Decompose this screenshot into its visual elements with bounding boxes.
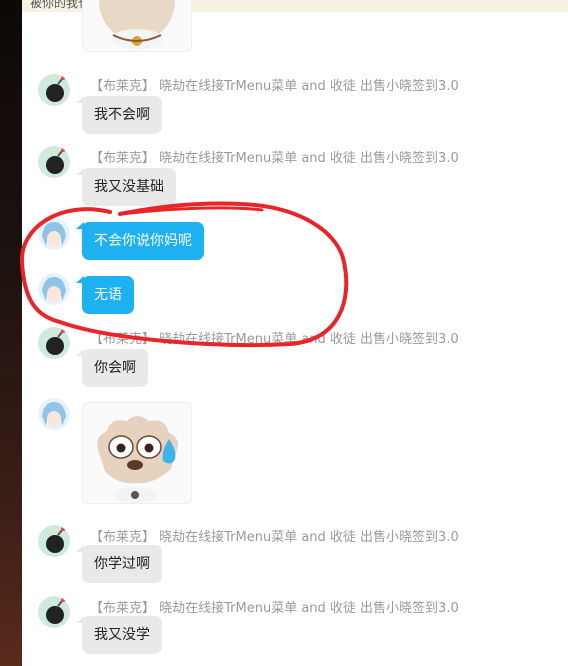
bomb-avatar-icon [38, 525, 70, 557]
message-bubble[interactable]: 我又没学 [76, 616, 162, 654]
message-bubble[interactable]: 不会你说你妈呢 [76, 222, 204, 260]
avatar[interactable] [38, 327, 70, 359]
sheep-sticker-icon [99, 0, 175, 49]
avatar[interactable] [38, 74, 70, 106]
sender-name: 【布莱克】 晓劫在线接TrMenu菜单 and 收徒 出售小晓签到3.0 [90, 151, 459, 166]
sticker-image[interactable] [82, 0, 192, 52]
anime-avatar-icon [38, 398, 70, 430]
bomb-avatar-icon [38, 327, 70, 359]
sweating-sheep-sticker-icon [97, 416, 178, 503]
message-text: 不会你说你妈呢 [94, 233, 192, 249]
message-bubble[interactable]: 我又没基础 [76, 168, 176, 206]
message-text: 我又没基础 [94, 179, 164, 195]
message-text: 你学过啊 [94, 556, 150, 572]
sticker-image[interactable] [82, 402, 192, 504]
sender-name: 【布莱克】 晓劫在线接TrMenu菜单 and 收徒 出售小晓签到3.0 [90, 601, 459, 616]
message-text: 我不会啊 [94, 107, 150, 123]
message-bubble[interactable]: 我不会啊 [76, 96, 162, 134]
message-bubble[interactable]: 你学过啊 [76, 545, 162, 583]
avatar[interactable] [38, 218, 70, 250]
bomb-avatar-icon [38, 596, 70, 628]
bomb-avatar-icon [38, 74, 70, 106]
avatar[interactable] [38, 273, 70, 305]
message-text: 无语 [94, 287, 122, 303]
avatar[interactable] [38, 146, 70, 178]
avatar[interactable] [38, 398, 70, 430]
message-text: 你会啊 [94, 360, 136, 376]
anime-avatar-icon [38, 218, 70, 250]
sender-name: 【布莱克】 晓劫在线接TrMenu菜单 and 收徒 出售小晓签到3.0 [90, 79, 459, 94]
sender-name: 【布莱克】 晓劫在线接TrMenu菜单 and 收徒 出售小晓签到3.0 [90, 530, 459, 545]
message-bubble[interactable]: 无语 [76, 276, 134, 314]
message-text: 我又没学 [94, 627, 150, 643]
desktop-backdrop [0, 0, 22, 666]
bomb-avatar-icon [38, 146, 70, 178]
anime-avatar-icon [38, 273, 70, 305]
avatar[interactable] [38, 525, 70, 557]
sender-name: 【布莱克】 晓劫在线接TrMenu菜单 and 收徒 出售小晓签到3.0 [90, 332, 459, 347]
message-bubble[interactable]: 你会啊 [76, 349, 148, 387]
avatar[interactable] [38, 596, 70, 628]
chat-panel: 被你的我也很放出来 【布莱克】 晓劫在线接TrMenu菜单 and 收徒 出售小… [22, 0, 568, 666]
